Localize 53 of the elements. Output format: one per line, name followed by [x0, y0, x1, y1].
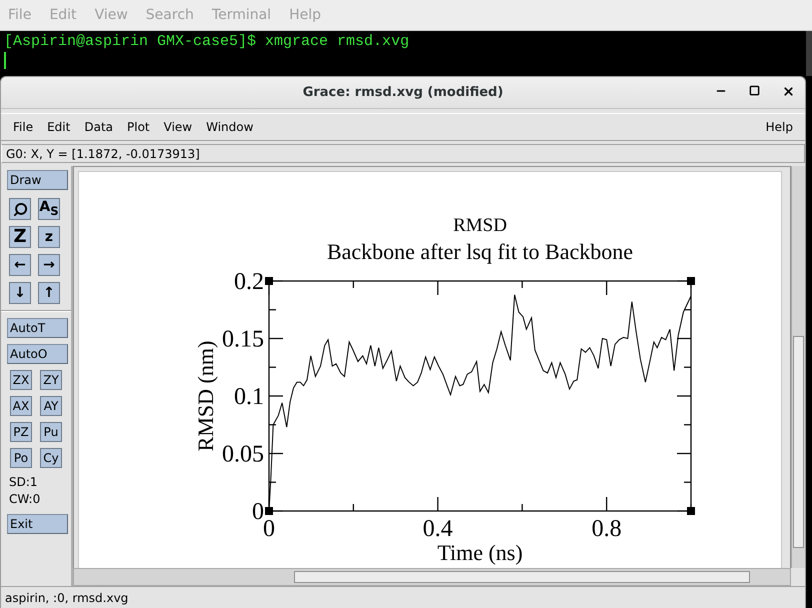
tool-button[interactable]: Po	[10, 448, 32, 468]
y-tick-label: 0.05	[222, 442, 264, 468]
y-axis-label: RMSD (nm)	[193, 340, 218, 452]
menu-item[interactable]: Window	[206, 120, 262, 134]
menu-item[interactable]: View	[164, 120, 200, 134]
status-readout: CW:0	[8, 491, 42, 508]
y-tick-label: 0.2	[234, 269, 264, 295]
autoscale-button[interactable]: AutoO	[7, 344, 68, 364]
tool-button[interactable]: PZ	[10, 422, 32, 442]
draw-button[interactable]: Draw	[7, 170, 68, 190]
tool-button[interactable]: Z	[9, 226, 31, 248]
terminal-command-line: [Aspirin@aspirin GMX-case5]$ xmgrace rmsd.xvg	[4, 33, 410, 50]
x-tick-label: 0	[263, 516, 275, 542]
tool-button[interactable]: AY	[40, 396, 62, 416]
autoscale-button[interactable]: AutoT	[7, 318, 68, 338]
menu-item[interactable]: Edit	[47, 120, 78, 134]
x-tick-label: 0.8	[592, 516, 622, 542]
y-tick-label: 0	[252, 499, 264, 525]
scrollbar-thumb[interactable]	[294, 571, 750, 583]
status-readout: SD:1	[8, 474, 39, 491]
tool-button[interactable]: ZY	[40, 370, 62, 390]
menu-item[interactable]: Help	[766, 120, 793, 134]
menu-item[interactable]: Plot	[127, 120, 158, 134]
window-title: Grace: rmsd.xvg (modified)	[302, 85, 504, 100]
vertical-scrollbar[interactable]	[791, 166, 805, 568]
menu-item[interactable]: File	[13, 120, 42, 134]
tool-button[interactable]: z	[38, 226, 60, 248]
chart-title: RMSD	[453, 215, 507, 236]
search-icon	[12, 202, 28, 216]
close-icon[interactable]	[782, 85, 795, 98]
x-tick-label: 0.4	[422, 516, 453, 542]
maximize-icon[interactable]	[749, 85, 760, 96]
tool-button[interactable]: ↓	[9, 282, 31, 304]
chart-subtitle: Backbone after lsq fit to Backbone	[326, 239, 634, 264]
tool-button[interactable]: ZX	[10, 370, 32, 390]
tool-button[interactable]: Pu	[40, 422, 62, 442]
status-bar: aspirin, :0, rmsd.xvg	[1, 586, 805, 608]
zoom-button[interactable]	[9, 198, 31, 220]
menu-item[interactable]: Data	[84, 120, 121, 134]
y-tick-label: 0.1	[234, 384, 264, 410]
terminal-cursor	[4, 52, 6, 69]
horizontal-scrollbar[interactable]	[73, 568, 791, 586]
tool-button[interactable]: Cy	[40, 448, 62, 468]
y-tick-label: 0.15	[222, 326, 264, 352]
tool-button[interactable]: →	[38, 254, 60, 276]
locator-readout: G0: X, Y = [1.1872, -0.0173913]	[1, 144, 805, 163]
tool-button[interactable]: A$_{S}$	[38, 198, 60, 220]
x-axis-label: Time (ns)	[437, 540, 523, 565]
exit-button[interactable]: Exit	[7, 514, 68, 534]
tool-button[interactable]: ←	[9, 254, 31, 276]
tool-button[interactable]: ↑	[38, 282, 60, 304]
scrollbar-thumb[interactable]	[793, 336, 804, 548]
tool-button[interactable]: AX	[10, 396, 32, 416]
